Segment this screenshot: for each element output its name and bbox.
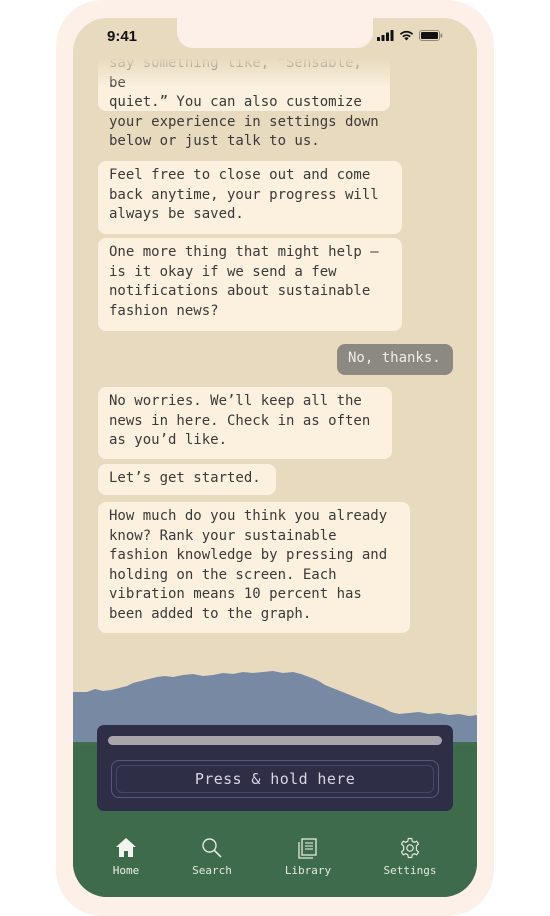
press-hold-button[interactable]: Press & hold here xyxy=(111,760,439,798)
chat-fade xyxy=(73,58,477,88)
message-bubble: No worries. We’ll keep all the news in h… xyxy=(98,387,392,459)
knowledge-progress-bar xyxy=(108,736,442,745)
tab-home-label: Home xyxy=(112,864,140,877)
tab-home[interactable]: Home xyxy=(86,836,166,877)
search-icon xyxy=(202,838,222,858)
tab-search[interactable]: Search xyxy=(172,836,252,877)
app-screen: 9:41 say something like, “Sensable, be q… xyxy=(73,18,477,897)
cellular-signal-icon xyxy=(377,30,394,41)
chat-thread: say something like, “Sensable, be quiet.… xyxy=(73,58,477,678)
tab-library[interactable]: Library xyxy=(268,836,348,877)
tab-settings-label: Settings xyxy=(383,864,437,877)
user-message-bubble: No, thanks. xyxy=(337,344,453,375)
press-hold-panel: Press & hold here xyxy=(97,725,453,811)
wifi-icon xyxy=(399,30,414,41)
tab-settings[interactable]: Settings xyxy=(370,836,450,877)
status-icons xyxy=(377,30,443,41)
message-bubble: Let’s get started. xyxy=(98,464,276,495)
library-icon xyxy=(298,838,317,859)
message-bubble: Feel free to close out and come back any… xyxy=(98,161,402,234)
gear-icon xyxy=(400,837,420,859)
message-bubble: How much do you think you already know? … xyxy=(98,502,410,633)
tab-search-label: Search xyxy=(192,864,232,877)
status-time: 9:41 xyxy=(107,28,138,45)
status-bar: 9:41 xyxy=(73,18,477,58)
tab-bar: Home Search Library Settings xyxy=(73,818,477,897)
tab-library-label: Library xyxy=(284,864,332,877)
battery-icon xyxy=(419,30,443,41)
message-bubble: One more thing that might help – is it o… xyxy=(98,238,402,331)
home-icon xyxy=(116,838,136,857)
